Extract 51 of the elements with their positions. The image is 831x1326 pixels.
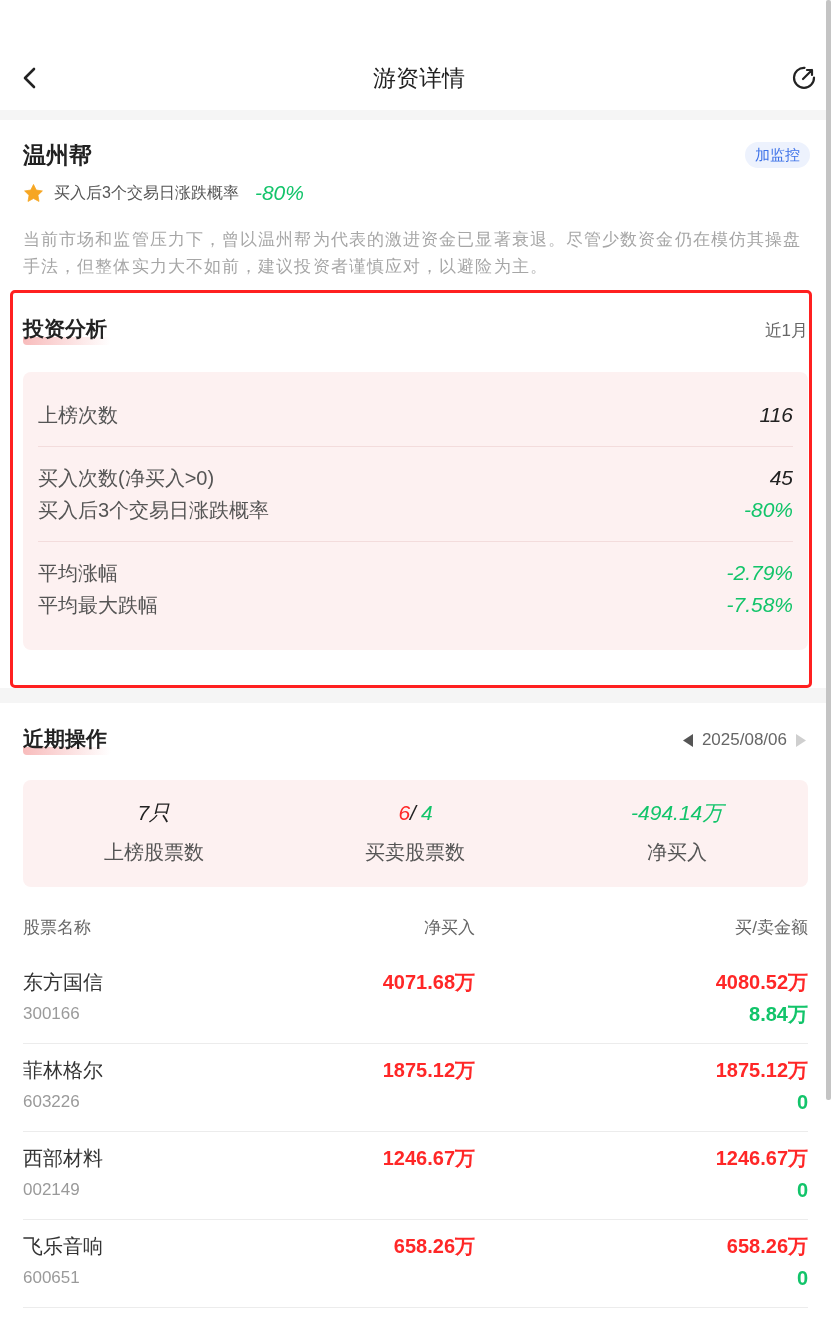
stat-label: 平均最大跌幅: [38, 592, 158, 618]
stat-label: 买入次数(净买入>0): [38, 465, 215, 491]
page-title: 游资详情: [373, 63, 465, 93]
sell-amount: 0: [796, 1090, 808, 1115]
buy-amount: 658.26万: [726, 1234, 808, 1259]
column-header: 股票名称: [23, 917, 92, 939]
probability-value: -80%: [254, 181, 304, 205]
sell-amount: 8.84万: [749, 1002, 808, 1027]
buy-amount: 1246.67万: [715, 1146, 808, 1171]
net-buy-amount: 1246.67万: [382, 1146, 475, 1171]
buy-amount: 1875.12万: [715, 1058, 808, 1083]
stat-value: 45: [769, 466, 793, 490]
stock-name: 西部材料: [23, 1146, 104, 1171]
stat-value: 116: [759, 403, 793, 427]
stock-code: 603226: [23, 1091, 81, 1113]
add-monitor-button[interactable]: 加监控: [745, 142, 810, 168]
back-icon[interactable]: [22, 67, 36, 89]
summary-value: 7只: [137, 800, 171, 826]
summary-label: 买卖股票数: [365, 840, 466, 865]
date-label: 2025/08/06: [701, 730, 787, 750]
stock-name: 东方国信: [23, 970, 104, 995]
net-buy-amount: 1875.12万: [382, 1058, 475, 1083]
circle-arrow-icon[interactable]: [792, 66, 816, 90]
star-icon: [24, 184, 43, 202]
sell-amount: 0: [796, 1266, 808, 1291]
stock-name: 菲林格尔: [23, 1058, 104, 1083]
net-buy-amount: 4071.68万: [382, 970, 475, 995]
stock-code: 300166: [23, 1003, 81, 1025]
summary-label: 净买入: [647, 840, 708, 865]
sell-amount: 0: [796, 1178, 808, 1203]
summary-label: 上榜股票数: [103, 840, 204, 865]
stock-code: 600651: [23, 1267, 81, 1289]
description-text: 当前市场和监管压力下，曾以温州帮为代表的激进资金已显著衰退。尽管少数资金仍在模仿其操盘手法，但整体实力大不如前，建议投资者谨慎应对，以避险为主。: [23, 229, 803, 278]
triangle-left-icon[interactable]: [682, 733, 693, 747]
stock-name: 飞乐音响: [23, 1234, 104, 1259]
stat-value: -2.79%: [726, 561, 793, 585]
column-header: 净买入: [423, 917, 475, 939]
buy-sell-count: 6/ 4: [398, 800, 433, 826]
stat-label: 买入后3个交易日涨跌概率: [38, 497, 270, 523]
stat-label: 平均涨幅: [38, 560, 118, 586]
stock-code: 002149: [23, 1179, 81, 1201]
probability-label: 买入后3个交易日涨跌概率: [54, 182, 239, 203]
net-buy-amount: 658.26万: [393, 1234, 475, 1259]
period-label: 近1月: [764, 319, 808, 342]
summary-value: -494.14万: [631, 800, 724, 826]
group-name: 温州帮: [23, 140, 92, 170]
column-header: 买/卖金额: [734, 917, 808, 939]
stat-value: -80%: [743, 498, 793, 522]
stat-value: -7.58%: [726, 593, 793, 617]
stat-label: 上榜次数: [38, 402, 118, 428]
buy-amount: 4080.52万: [715, 970, 808, 995]
